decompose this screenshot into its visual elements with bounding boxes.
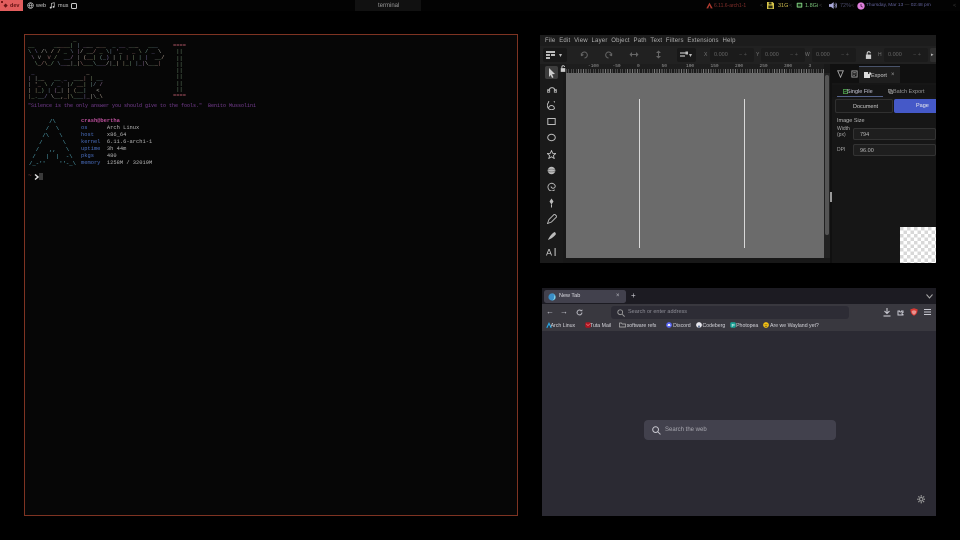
svg-text:P: P: [732, 323, 735, 328]
svg-text:A: A: [546, 247, 552, 257]
